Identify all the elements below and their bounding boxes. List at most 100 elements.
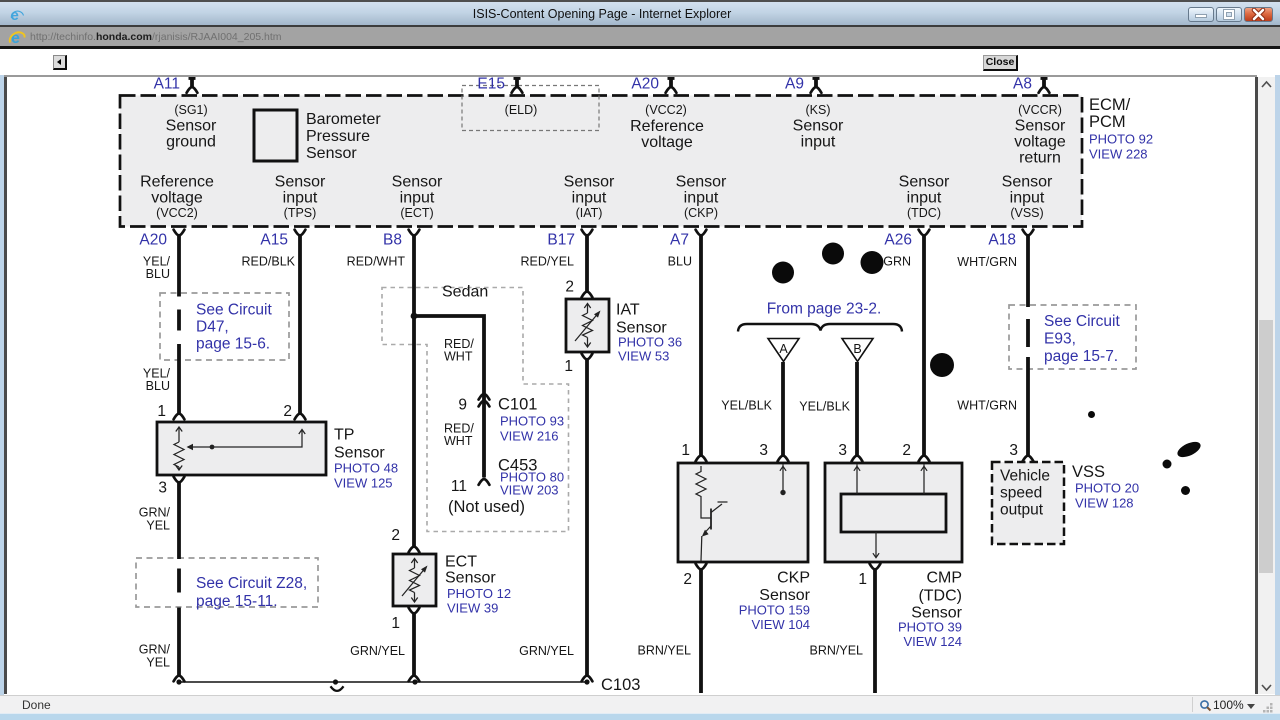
svg-text:Sensor: Sensor [166, 118, 217, 135]
svg-text:9: 9 [458, 397, 467, 414]
svg-text:Sensor: Sensor [759, 587, 810, 604]
svg-text:A26: A26 [884, 232, 912, 249]
svg-text:Sensor: Sensor [275, 174, 326, 191]
svg-text:A8: A8 [1013, 77, 1032, 93]
svg-text:WHT: WHT [444, 434, 473, 448]
svg-text:input: input [684, 190, 719, 207]
svg-text:Sensor: Sensor [392, 174, 443, 191]
svg-text:(VCC2): (VCC2) [156, 206, 198, 220]
svg-text:1: 1 [157, 403, 166, 420]
svg-text:VIEW 216: VIEW 216 [500, 429, 559, 444]
svg-text:IAT: IAT [616, 302, 640, 319]
svg-text:RED/WHT: RED/WHT [347, 255, 406, 269]
svg-text:A15: A15 [260, 232, 288, 249]
svg-text:3: 3 [158, 480, 167, 497]
svg-text:A18: A18 [988, 232, 1016, 249]
svg-text:A20: A20 [139, 232, 167, 249]
svg-text:RED/BLK: RED/BLK [242, 255, 296, 269]
svg-text:output: output [1000, 502, 1044, 519]
svg-text:E15: E15 [477, 77, 505, 93]
svg-text:2: 2 [565, 279, 574, 296]
svg-text:PHOTO 20: PHOTO 20 [1075, 481, 1139, 496]
svg-text:VIEW 203: VIEW 203 [500, 483, 559, 498]
svg-text:WHT: WHT [444, 350, 473, 364]
svg-text:input: input [907, 190, 942, 207]
svg-text:(VCCR): (VCCR) [1018, 103, 1062, 117]
svg-text:page 15-11.: page 15-11. [196, 593, 278, 610]
svg-text:B8: B8 [383, 232, 402, 249]
svg-text:voltage: voltage [1014, 134, 1066, 151]
svg-text:D47,: D47, [196, 319, 229, 336]
svg-text:GRN: GRN [883, 255, 911, 269]
svg-text:BLU: BLU [668, 255, 692, 269]
svg-text:VIEW 124: VIEW 124 [903, 634, 962, 649]
svg-text:2: 2 [683, 571, 692, 588]
svg-text:VIEW 125: VIEW 125 [334, 476, 393, 491]
svg-text:VIEW 228: VIEW 228 [1089, 147, 1148, 162]
svg-text:E93,: E93, [1044, 331, 1076, 348]
svg-text:Sensor: Sensor [1002, 174, 1053, 191]
svg-text:(Not used): (Not used) [448, 498, 525, 516]
svg-text:PHOTO 39: PHOTO 39 [898, 620, 962, 635]
svg-text:See Circuit: See Circuit [1044, 313, 1120, 330]
svg-text:GRN/: GRN/ [139, 643, 171, 657]
svg-text:Sedan: Sedan [442, 284, 488, 301]
svg-text:RED/YEL: RED/YEL [521, 255, 575, 269]
svg-text:PHOTO 48: PHOTO 48 [334, 461, 398, 476]
svg-text:GRN/: GRN/ [139, 506, 171, 520]
svg-text:A9: A9 [785, 77, 804, 93]
svg-text:TP: TP [334, 427, 354, 444]
svg-text:CKP: CKP [777, 570, 810, 587]
svg-text:PHOTO 12: PHOTO 12 [447, 586, 511, 601]
svg-text:input: input [801, 134, 836, 151]
svg-text:(VCC2): (VCC2) [645, 103, 687, 117]
svg-text:input: input [1010, 190, 1045, 207]
svg-text:A11: A11 [154, 77, 180, 93]
svg-text:YEL: YEL [146, 656, 170, 670]
svg-text:Reference: Reference [140, 174, 214, 191]
svg-text:See Circuit: See Circuit [196, 302, 272, 319]
svg-text:WHT/GRN: WHT/GRN [957, 255, 1017, 269]
svg-text:BRN/YEL: BRN/YEL [638, 644, 692, 658]
svg-text:(ELD): (ELD) [505, 103, 538, 117]
svg-text:A: A [779, 342, 788, 356]
svg-text:YEL: YEL [146, 519, 170, 533]
svg-text:PHOTO 92: PHOTO 92 [1089, 132, 1153, 147]
svg-text:Sensor: Sensor [334, 445, 385, 462]
svg-text:Sensor: Sensor [676, 174, 727, 191]
svg-text:Sensor: Sensor [306, 145, 357, 162]
svg-text:C103: C103 [601, 676, 640, 694]
svg-text:From page 23-2.: From page 23-2. [767, 301, 882, 318]
svg-text:VIEW 128: VIEW 128 [1075, 496, 1134, 511]
svg-text:1: 1 [681, 442, 690, 459]
svg-text:(TDC): (TDC) [907, 206, 941, 220]
svg-text:(VSS): (VSS) [1010, 206, 1043, 220]
svg-text:(TPS): (TPS) [284, 206, 317, 220]
svg-text:PCM: PCM [1089, 113, 1126, 131]
svg-text:Sensor: Sensor [793, 118, 844, 135]
svg-text:PHOTO 36: PHOTO 36 [618, 335, 682, 350]
svg-text:Vehicle: Vehicle [1000, 468, 1050, 485]
svg-text:page 15-7.: page 15-7. [1044, 348, 1118, 365]
svg-text:3: 3 [759, 442, 768, 459]
svg-text:See Circuit Z28,: See Circuit Z28, [196, 575, 307, 592]
svg-text:WHT/GRN: WHT/GRN [957, 399, 1017, 413]
svg-text:A20: A20 [631, 77, 659, 93]
svg-text:2: 2 [391, 527, 400, 544]
svg-text:ground: ground [166, 134, 216, 151]
svg-text:input: input [283, 190, 318, 207]
svg-text:Barometer: Barometer [306, 111, 381, 128]
svg-text:GRN/YEL: GRN/YEL [519, 644, 574, 658]
svg-text:2: 2 [902, 442, 911, 459]
svg-text:PHOTO 159: PHOTO 159 [739, 603, 810, 618]
svg-text:1: 1 [564, 358, 573, 375]
svg-text:PHOTO 93: PHOTO 93 [500, 414, 564, 429]
svg-text:Reference: Reference [630, 118, 704, 135]
svg-text:BLU: BLU [146, 267, 170, 281]
svg-text:return: return [1019, 150, 1061, 167]
svg-text:GRN/YEL: GRN/YEL [350, 644, 405, 658]
svg-text:speed: speed [1000, 485, 1042, 502]
svg-text:1: 1 [391, 615, 400, 632]
svg-text:YEL/BLK: YEL/BLK [721, 399, 772, 413]
svg-text:B17: B17 [547, 232, 575, 249]
